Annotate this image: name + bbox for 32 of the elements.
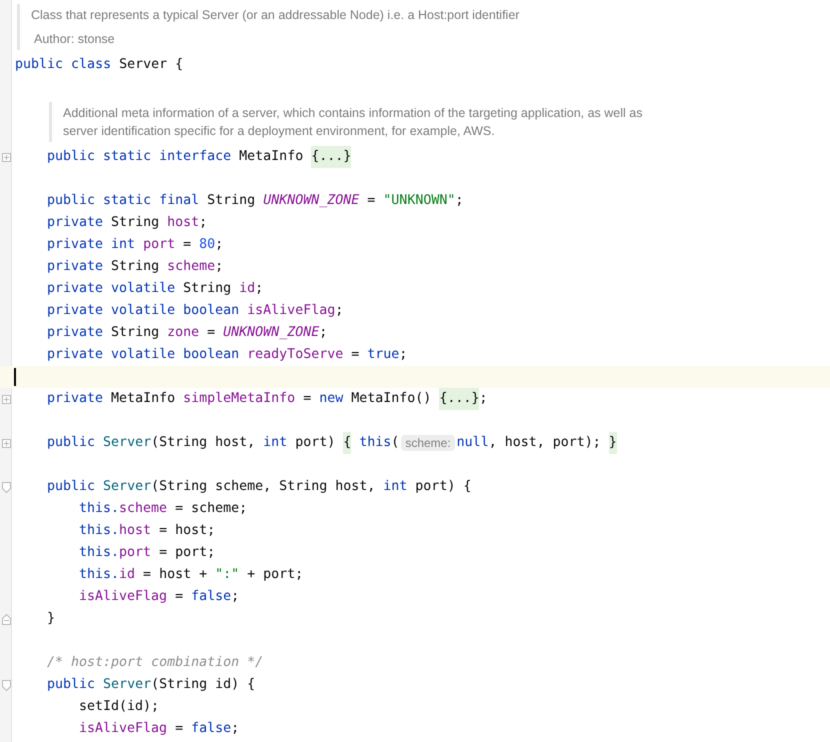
code-line: private volatile boolean readyToServe = true; [47,346,408,364]
code-line: public Server(String host, int port) { this( scheme: null, host, port); } [47,432,617,454]
code-line: private MetaInfo simpleMetaInfo = new MetaInfo() {...}; [47,388,488,410]
collapse-fold-icon[interactable] [2,482,11,492]
expand-fold-icon[interactable] [2,394,11,404]
code-line: private volatile String id; [47,280,264,298]
collapse-fold-icon[interactable] [2,680,11,690]
code-line: this.id = host + ":" + port; [79,566,304,584]
code-line: private String zone = UNKNOWN_ZONE; [47,324,328,342]
code-line: private int port = 80; [47,236,224,254]
code-line: setId(id); [79,698,160,716]
code-line: private volatile boolean isAliveFlag; [47,302,344,320]
code-line: isAliveFlag = false; [79,588,240,606]
code-line: isAliveFlag = false; [79,720,240,738]
doc-text: Author: stonse [33,31,116,48]
code-line: this.scheme = scheme; [79,500,248,518]
code-line: public static final String UNKNOWN_ZONE = "UNKNOWN"; [47,192,464,210]
code-line: /* host:port combination */ [47,654,264,672]
code-line: public class Server { [15,56,184,74]
code-line: public Server(String id) { [47,676,256,694]
code-line: this.host = host; [79,522,216,540]
code-line: public static interface MetaInfo {...} [47,146,352,168]
text-cursor [14,368,16,386]
code-line: private String scheme; [47,258,224,276]
code-line: private String host; [47,214,208,232]
code-line: } [47,610,56,628]
expand-fold-icon[interactable] [2,438,11,448]
doc-text: Class that represents a typical Server (or an addressable Node) i.e. a Host:port identifier [31,7,520,24]
doc-text: Additional meta information of a server, which contains information of the targeting application, as well as server identification specific for a deployment environment, for example, AWS. [63,105,644,140]
expand-fold-icon[interactable] [2,152,11,162]
code-line: this.port = port; [79,544,216,562]
code-line: public Server(String scheme, String host, int port) { [47,478,472,496]
